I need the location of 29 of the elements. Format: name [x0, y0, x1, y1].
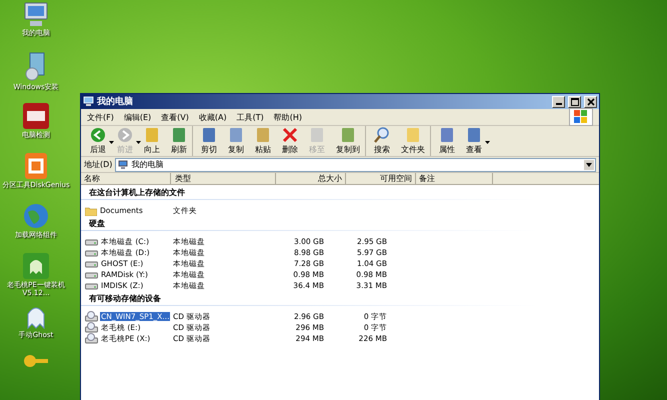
- menu-item[interactable]: 工具(T): [236, 112, 264, 122]
- toolbar-button[interactable]: 查看: [461, 126, 487, 156]
- toolbar-button[interactable]: 删除: [277, 126, 303, 156]
- address-label: 地址(D): [84, 159, 112, 170]
- toolbar-button[interactable]: 后退: [85, 126, 111, 156]
- toolbar-button[interactable]: 剪切: [196, 126, 222, 156]
- toolbar-button[interactable]: 搜索: [369, 126, 395, 156]
- group-heading: 硬盘: [89, 219, 105, 228]
- menu-item[interactable]: 查看(V): [161, 112, 189, 122]
- menu-item[interactable]: 编辑(E): [124, 112, 152, 122]
- column-header[interactable]: 可用空间: [346, 173, 416, 184]
- menu-item[interactable]: 帮助(H): [274, 112, 302, 122]
- toolbar-button[interactable]: 文件夹: [396, 126, 431, 156]
- column-header[interactable]: 名称: [81, 173, 171, 184]
- column-header[interactable]: 备注: [416, 173, 493, 184]
- toolbar-button[interactable]: 复制: [223, 126, 249, 156]
- address-field[interactable]: 我的电脑: [115, 158, 596, 172]
- toolbar-button[interactable]: 复制到: [331, 126, 366, 156]
- group-heading: 有可移动存储的设备: [89, 294, 161, 303]
- toolbar-button[interactable]: 属性: [434, 126, 460, 156]
- toolbar-button[interactable]: 粘贴: [250, 126, 276, 156]
- menu-item[interactable]: 收藏(A): [198, 112, 227, 122]
- menu-item[interactable]: 文件(F): [87, 112, 114, 122]
- window-title: 我的电脑: [97, 95, 133, 108]
- group-heading: 在这台计算机上存储的文件: [89, 188, 185, 197]
- column-header[interactable]: 总大小: [276, 173, 346, 184]
- column-header[interactable]: 类型: [171, 173, 276, 184]
- toolbar-button[interactable]: 向上: [139, 126, 165, 156]
- toolbar-button[interactable]: 刷新: [166, 126, 193, 156]
